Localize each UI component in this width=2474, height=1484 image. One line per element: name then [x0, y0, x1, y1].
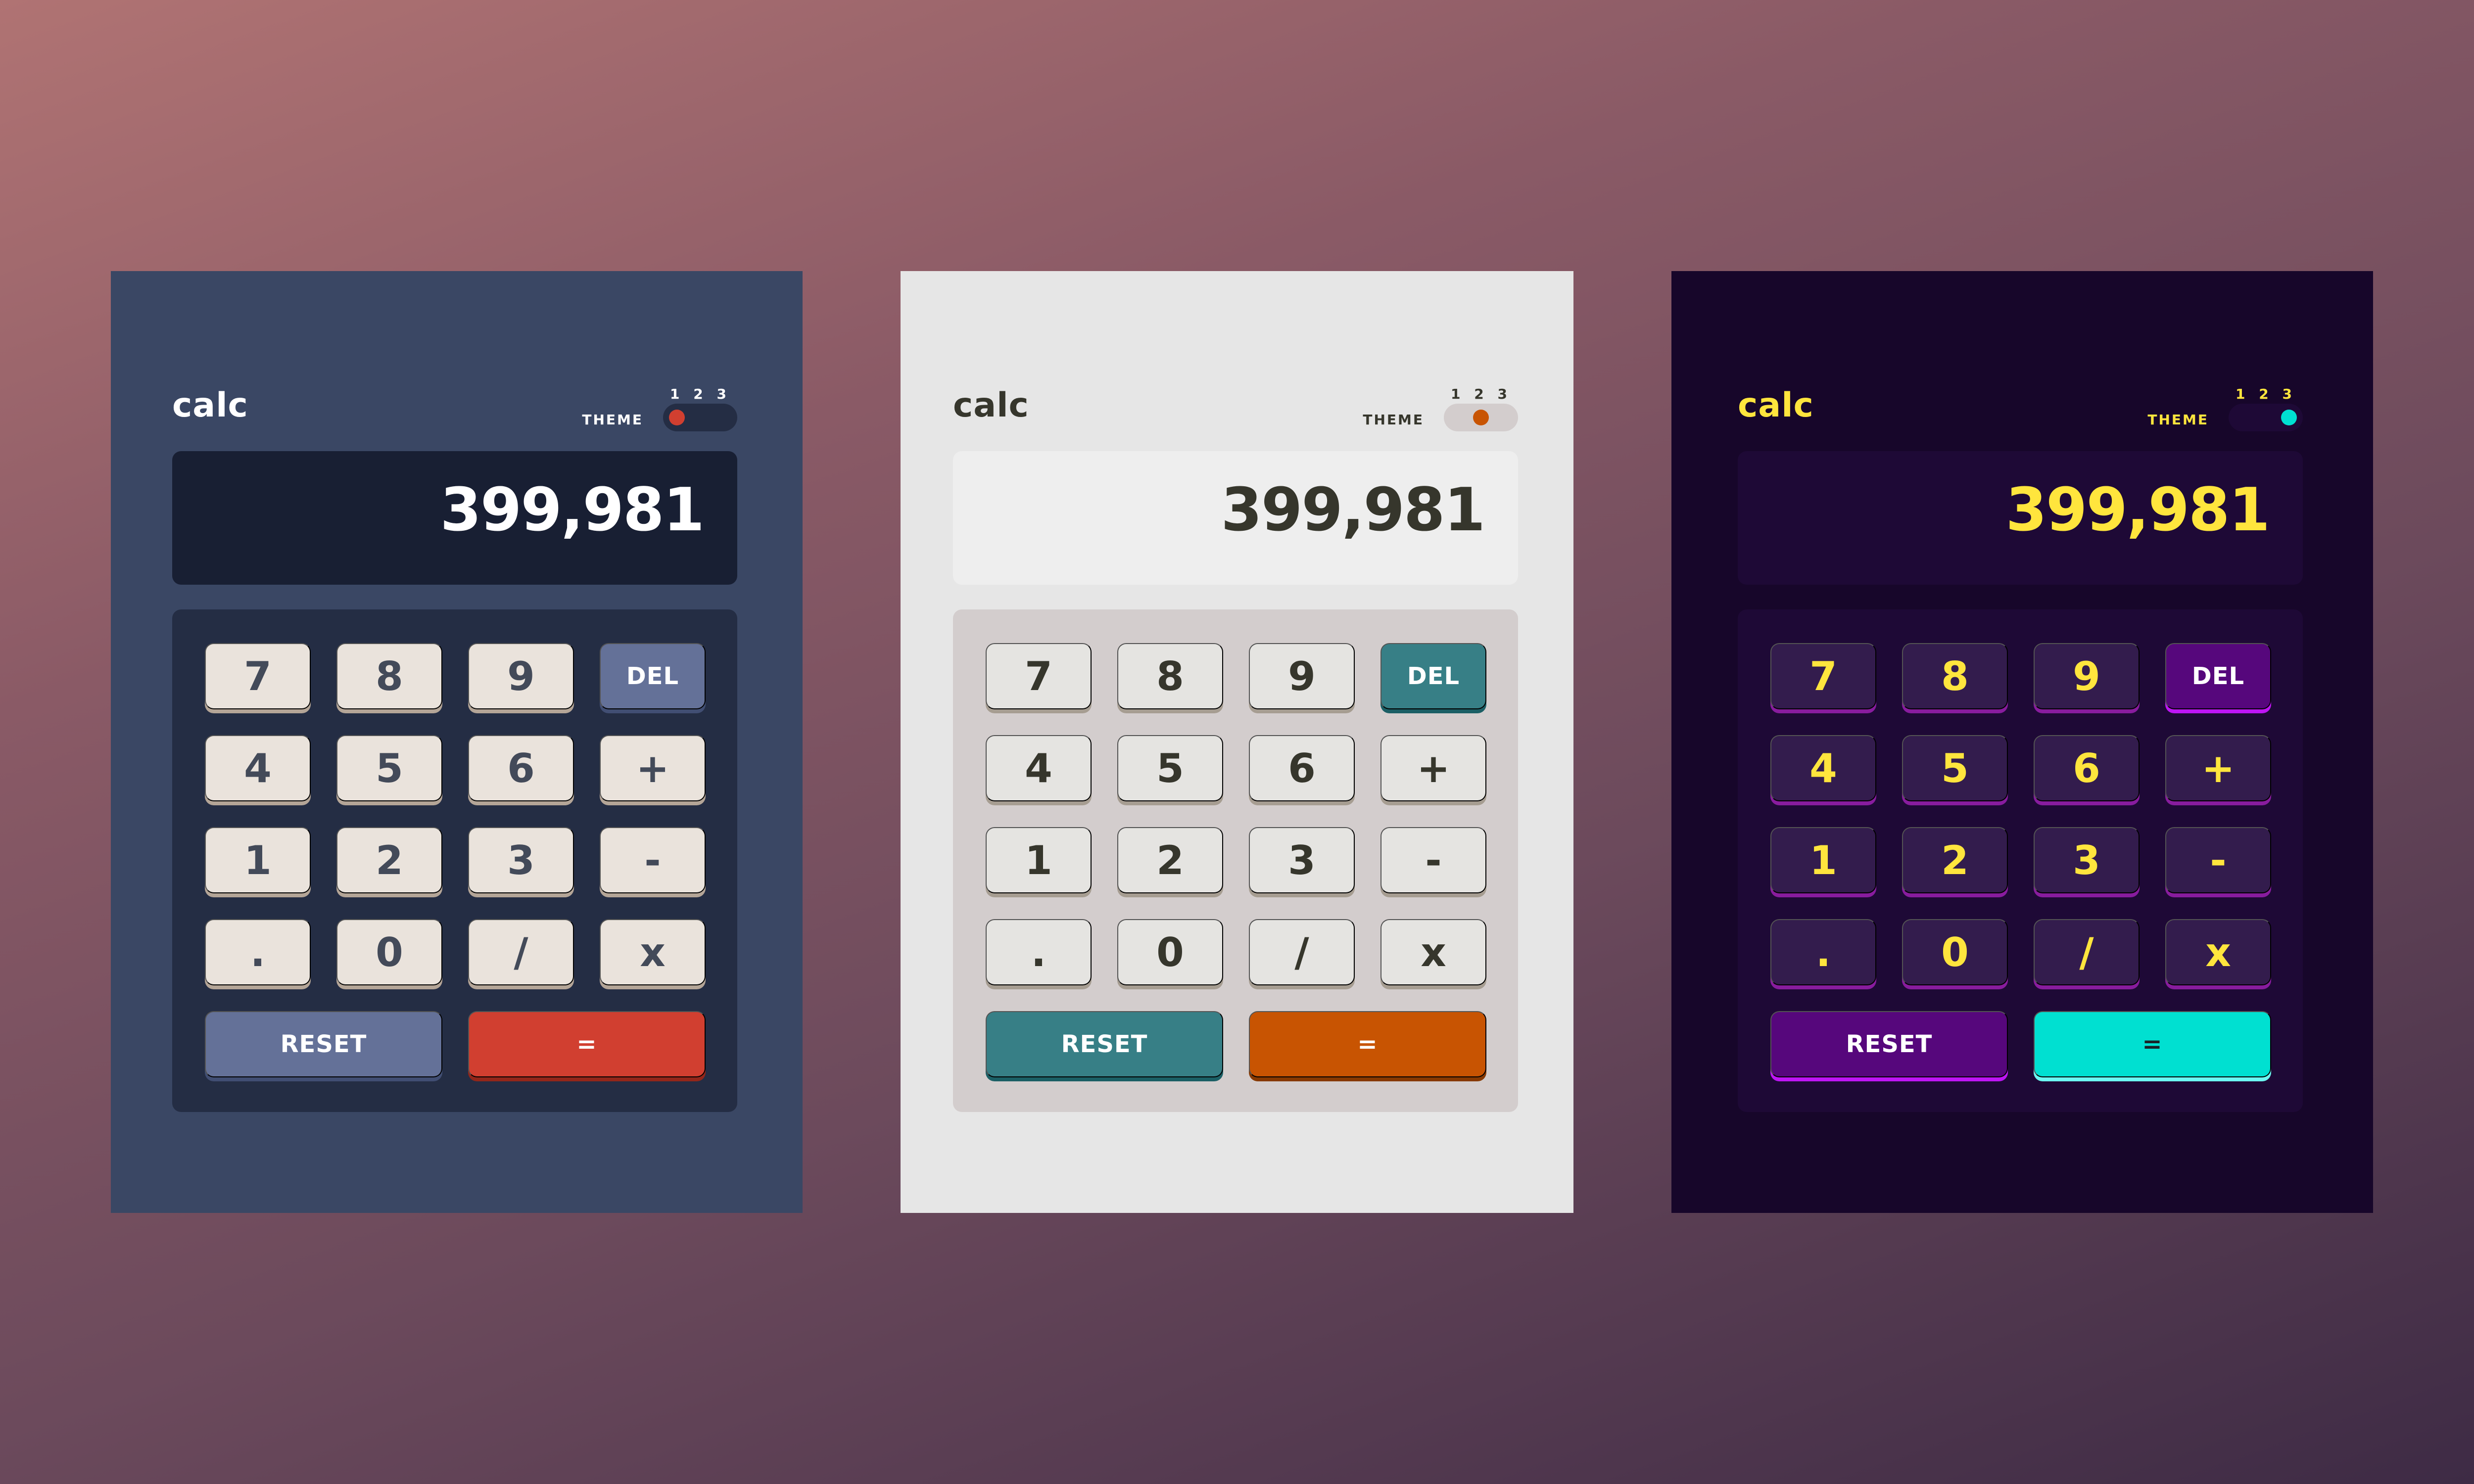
display-value: 399,981 — [1221, 476, 1485, 545]
divide-button[interactable]: / — [468, 919, 574, 985]
theme-toggle[interactable] — [663, 404, 737, 431]
theme-label: THEME — [1363, 412, 1424, 428]
calculator-header: calc THEME 1 2 3 — [1738, 372, 2303, 431]
reset-button[interactable]: RESET — [205, 1011, 442, 1077]
key-6[interactable]: 6 — [1249, 735, 1355, 801]
theme-toggle-knob[interactable] — [2281, 410, 2297, 425]
key-3[interactable]: 3 — [1249, 827, 1355, 893]
key-4[interactable]: 4 — [205, 735, 311, 801]
calculator-theme-1-panel: calc THEME 1 2 3 399,981 7 8 9 DEL 4 5 6… — [111, 271, 803, 1213]
key-5[interactable]: 5 — [336, 735, 442, 801]
key-2[interactable]: 2 — [1117, 827, 1223, 893]
multiply-button[interactable]: x — [2165, 919, 2271, 985]
key-2[interactable]: 2 — [336, 827, 442, 893]
theme-label: THEME — [2147, 412, 2209, 428]
minus-button[interactable]: - — [600, 827, 706, 893]
theme-number-1: 1 — [1451, 386, 1461, 402]
key-4[interactable]: 4 — [1770, 735, 1876, 801]
key-5[interactable]: 5 — [1902, 735, 2008, 801]
delete-button[interactable]: DEL — [600, 643, 706, 709]
key-1[interactable]: 1 — [205, 827, 311, 893]
theme-toggle[interactable] — [2229, 404, 2303, 431]
reset-button[interactable]: RESET — [1770, 1011, 2008, 1077]
calculator-theme-2-panel: calc THEME 1 2 3 399,981 7 8 9 DEL 4 5 6… — [901, 271, 1573, 1213]
key-9[interactable]: 9 — [2034, 643, 2140, 709]
key-0[interactable]: 0 — [1117, 919, 1223, 985]
key-0[interactable]: 0 — [336, 919, 442, 985]
theme-number-3: 3 — [2282, 386, 2292, 402]
key-6[interactable]: 6 — [2034, 735, 2140, 801]
multiply-button[interactable]: x — [1380, 919, 1486, 985]
decimal-button[interactable]: . — [205, 919, 311, 985]
divide-button[interactable]: / — [1249, 919, 1355, 985]
key-3[interactable]: 3 — [468, 827, 574, 893]
display-value: 399,981 — [2005, 476, 2270, 545]
delete-button[interactable]: DEL — [2165, 643, 2271, 709]
display-value: 399,981 — [440, 476, 705, 545]
key-8[interactable]: 8 — [1117, 643, 1223, 709]
minus-button[interactable]: - — [2165, 827, 2271, 893]
minus-button[interactable]: - — [1380, 827, 1486, 893]
plus-button[interactable]: + — [600, 735, 706, 801]
theme-toggle-knob[interactable] — [1473, 410, 1489, 425]
display-screen: 399,981 — [953, 451, 1518, 585]
calculator-header: calc THEME 1 2 3 — [172, 372, 737, 431]
key-5[interactable]: 5 — [1117, 735, 1223, 801]
calc-logo: calc — [953, 386, 1029, 425]
key-9[interactable]: 9 — [468, 643, 574, 709]
key-8[interactable]: 8 — [1902, 643, 2008, 709]
key-1[interactable]: 1 — [986, 827, 1092, 893]
key-8[interactable]: 8 — [336, 643, 442, 709]
keypad: 7 8 9 DEL 4 5 6 + 1 2 3 - . 0 / x RESET … — [172, 609, 737, 1112]
multiply-button[interactable]: x — [600, 919, 706, 985]
key-2[interactable]: 2 — [1902, 827, 2008, 893]
keypad: 7 8 9 DEL 4 5 6 + 1 2 3 - . 0 / x RESET … — [1738, 609, 2303, 1112]
theme-number-2: 2 — [2259, 386, 2269, 402]
theme-number-1: 1 — [2236, 386, 2245, 402]
theme-number-3: 3 — [1497, 386, 1507, 402]
theme-numbers: 1 2 3 — [1447, 386, 1511, 402]
theme-number-1: 1 — [670, 386, 680, 402]
theme-numbers: 1 2 3 — [666, 386, 730, 402]
key-7[interactable]: 7 — [986, 643, 1092, 709]
calculator-header: calc THEME 1 2 3 — [953, 372, 1518, 431]
theme-number-3: 3 — [716, 386, 726, 402]
equals-button[interactable]: = — [1249, 1011, 1486, 1077]
theme-number-2: 2 — [1474, 386, 1484, 402]
delete-button[interactable]: DEL — [1380, 643, 1486, 709]
calc-logo: calc — [172, 386, 248, 425]
decimal-button[interactable]: . — [986, 919, 1092, 985]
plus-button[interactable]: + — [1380, 735, 1486, 801]
divide-button[interactable]: / — [2034, 919, 2140, 985]
key-7[interactable]: 7 — [1770, 643, 1876, 709]
theme-number-2: 2 — [693, 386, 703, 402]
keypad: 7 8 9 DEL 4 5 6 + 1 2 3 - . 0 / x RESET … — [953, 609, 1518, 1112]
calculator-theme-3-panel: calc THEME 1 2 3 399,981 7 8 9 DEL 4 5 6… — [1671, 271, 2373, 1213]
theme-toggle-knob[interactable] — [669, 410, 685, 425]
theme-label: THEME — [582, 412, 643, 428]
theme-toggle[interactable] — [1444, 404, 1518, 431]
key-3[interactable]: 3 — [2034, 827, 2140, 893]
key-0[interactable]: 0 — [1902, 919, 2008, 985]
display-screen: 399,981 — [1738, 451, 2303, 585]
plus-button[interactable]: + — [2165, 735, 2271, 801]
key-7[interactable]: 7 — [205, 643, 311, 709]
display-screen: 399,981 — [172, 451, 737, 585]
key-1[interactable]: 1 — [1770, 827, 1876, 893]
reset-button[interactable]: RESET — [986, 1011, 1223, 1077]
key-9[interactable]: 9 — [1249, 643, 1355, 709]
key-4[interactable]: 4 — [986, 735, 1092, 801]
decimal-button[interactable]: . — [1770, 919, 1876, 985]
theme-numbers: 1 2 3 — [2232, 386, 2296, 402]
key-6[interactable]: 6 — [468, 735, 574, 801]
equals-button[interactable]: = — [2034, 1011, 2271, 1077]
equals-button[interactable]: = — [468, 1011, 706, 1077]
calc-logo: calc — [1738, 386, 1814, 425]
